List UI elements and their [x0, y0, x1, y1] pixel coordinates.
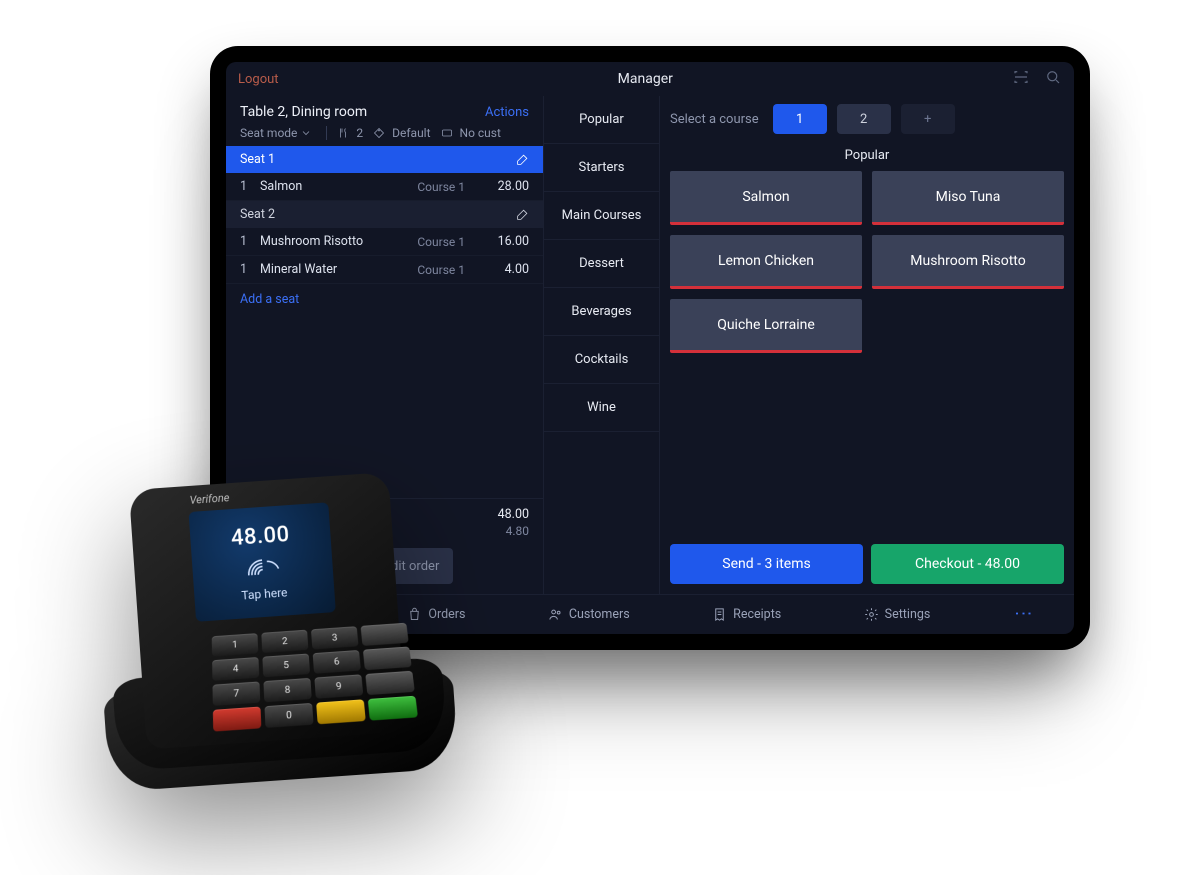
nav-label: Customers: [569, 607, 630, 622]
category-item[interactable]: Wine: [544, 384, 659, 432]
line-qty: 1: [240, 179, 254, 194]
category-item[interactable]: Cocktails: [544, 336, 659, 384]
send-button[interactable]: Send - 3 items: [670, 544, 863, 584]
table-label: Table 2, Dining room: [240, 104, 367, 120]
category-item[interactable]: Starters: [544, 144, 659, 192]
line-price: 28.00: [483, 179, 529, 194]
seat-label: Seat 1: [240, 152, 275, 167]
order-list: Seat 1 1 Salmon Course 1 28.00 Seat 2: [226, 146, 543, 498]
search-icon[interactable]: [1044, 68, 1062, 90]
keypad-key[interactable]: 8: [263, 678, 311, 702]
keypad-key[interactable]: 9: [314, 674, 363, 698]
nav-receipts[interactable]: Receipts: [712, 607, 781, 622]
seat-header[interactable]: Seat 2: [226, 201, 543, 228]
actions-button[interactable]: Actions: [485, 105, 529, 120]
guest-count[interactable]: 2: [337, 126, 363, 140]
keypad-key[interactable]: [363, 646, 412, 670]
line-name: Salmon: [260, 179, 417, 194]
keypad-key[interactable]: 7: [213, 681, 261, 706]
product-panel: Select a course 1 2 + Popular Salmon Mis…: [660, 96, 1074, 594]
product-tile[interactable]: Mushroom Risotto: [872, 235, 1064, 289]
line-course: Course 1: [417, 263, 465, 277]
edit-icon[interactable]: [516, 153, 529, 166]
nav-label: Settings: [885, 607, 931, 622]
gear-icon: [864, 607, 879, 622]
page-title: Manager: [618, 71, 673, 87]
line-course: Course 1: [417, 235, 465, 249]
add-seat-button[interactable]: Add a seat: [226, 284, 543, 315]
users-icon: [548, 607, 563, 622]
course-picker: Select a course 1 2 +: [660, 96, 1074, 142]
line-price: 4.00: [483, 262, 529, 277]
keypad-key[interactable]: 1: [212, 633, 259, 656]
keypad-key[interactable]: [361, 623, 409, 646]
keypad-key[interactable]: 5: [262, 653, 310, 677]
terminal-body: Verifone 48.00 Tap here 1 2 3 4 5 6 7 8 …: [129, 472, 407, 750]
terminal-amount: 48.00: [230, 522, 290, 551]
nav-customers[interactable]: Customers: [548, 607, 630, 622]
tag-icon: [373, 127, 385, 139]
order-line[interactable]: 1 Mushroom Risotto Course 1 16.00: [226, 228, 543, 256]
keypad-enter[interactable]: [368, 696, 418, 721]
tax-value: 4.80: [506, 524, 529, 538]
logout-button[interactable]: Logout: [238, 72, 279, 87]
product-grid: Salmon Miso Tuna Lemon Chicken Mushroom …: [670, 171, 1064, 353]
product-tile[interactable]: Lemon Chicken: [670, 235, 862, 289]
seat-header[interactable]: Seat 1: [226, 146, 543, 173]
product-tile[interactable]: Quiche Lorraine: [670, 299, 862, 353]
customer-chip[interactable]: No cust: [441, 126, 501, 140]
seat-label: Seat 2: [240, 207, 275, 222]
keypad-key[interactable]: [365, 671, 415, 695]
terminal-screen: 48.00 Tap here: [189, 502, 336, 621]
terminal-keypad: 1 2 3 4 5 6 7 8 9 0: [212, 623, 418, 732]
keypad-key[interactable]: 0: [265, 703, 314, 728]
barcode-icon[interactable]: [1012, 68, 1030, 90]
terminal-brand: Verifone: [189, 491, 230, 507]
keypad-key[interactable]: 2: [261, 630, 308, 653]
terminal-tap-label: Tap here: [241, 585, 288, 602]
keypad-key[interactable]: 6: [313, 650, 361, 674]
keypad-clear[interactable]: [316, 699, 366, 724]
category-item[interactable]: Main Courses: [544, 192, 659, 240]
order-line[interactable]: 1 Mineral Water Course 1 4.00: [226, 256, 543, 284]
discount-chip[interactable]: Default: [373, 126, 430, 140]
contactless-icon: [243, 553, 283, 582]
keypad-cancel[interactable]: [213, 707, 261, 732]
top-bar: Logout Manager: [226, 62, 1074, 96]
order-line[interactable]: 1 Salmon Course 1 28.00: [226, 173, 543, 201]
edit-icon[interactable]: [516, 208, 529, 221]
line-course: Course 1: [417, 180, 465, 194]
checkout-button[interactable]: Checkout - 48.00: [871, 544, 1064, 584]
course-label: Select a course: [670, 112, 759, 127]
card-icon: [441, 127, 453, 139]
product-tile[interactable]: Miso Tuna: [872, 171, 1064, 225]
category-item[interactable]: Popular: [544, 96, 659, 144]
more-icon[interactable]: ⋮: [1012, 605, 1033, 625]
line-qty: 1: [240, 234, 254, 249]
line-qty: 1: [240, 262, 254, 277]
category-list: Popular Starters Main Courses Dessert Be…: [544, 96, 660, 594]
course-option[interactable]: 1: [773, 104, 827, 134]
seat-mode-dropdown[interactable]: Seat mode: [240, 126, 316, 140]
category-item[interactable]: Dessert: [544, 240, 659, 288]
receipt-icon: [712, 607, 727, 622]
line-price: 16.00: [483, 234, 529, 249]
line-name: Mushroom Risotto: [260, 234, 417, 249]
keypad-key[interactable]: 3: [311, 626, 359, 649]
product-section-title: Popular: [670, 148, 1064, 163]
line-name: Mineral Water: [260, 262, 417, 277]
payment-terminal: Verifone 48.00 Tap here 1 2 3 4 5 6 7 8 …: [89, 468, 471, 822]
keypad-key[interactable]: 4: [212, 657, 259, 681]
nav-label: Receipts: [733, 607, 781, 622]
nav-settings[interactable]: Settings: [864, 607, 931, 622]
utensils-icon: [337, 127, 349, 139]
category-item[interactable]: Beverages: [544, 288, 659, 336]
chevron-down-icon: [300, 127, 312, 139]
total-value: 48.00: [498, 507, 529, 522]
product-tile[interactable]: Salmon: [670, 171, 862, 225]
course-add[interactable]: +: [901, 104, 955, 134]
course-option[interactable]: 2: [837, 104, 891, 134]
